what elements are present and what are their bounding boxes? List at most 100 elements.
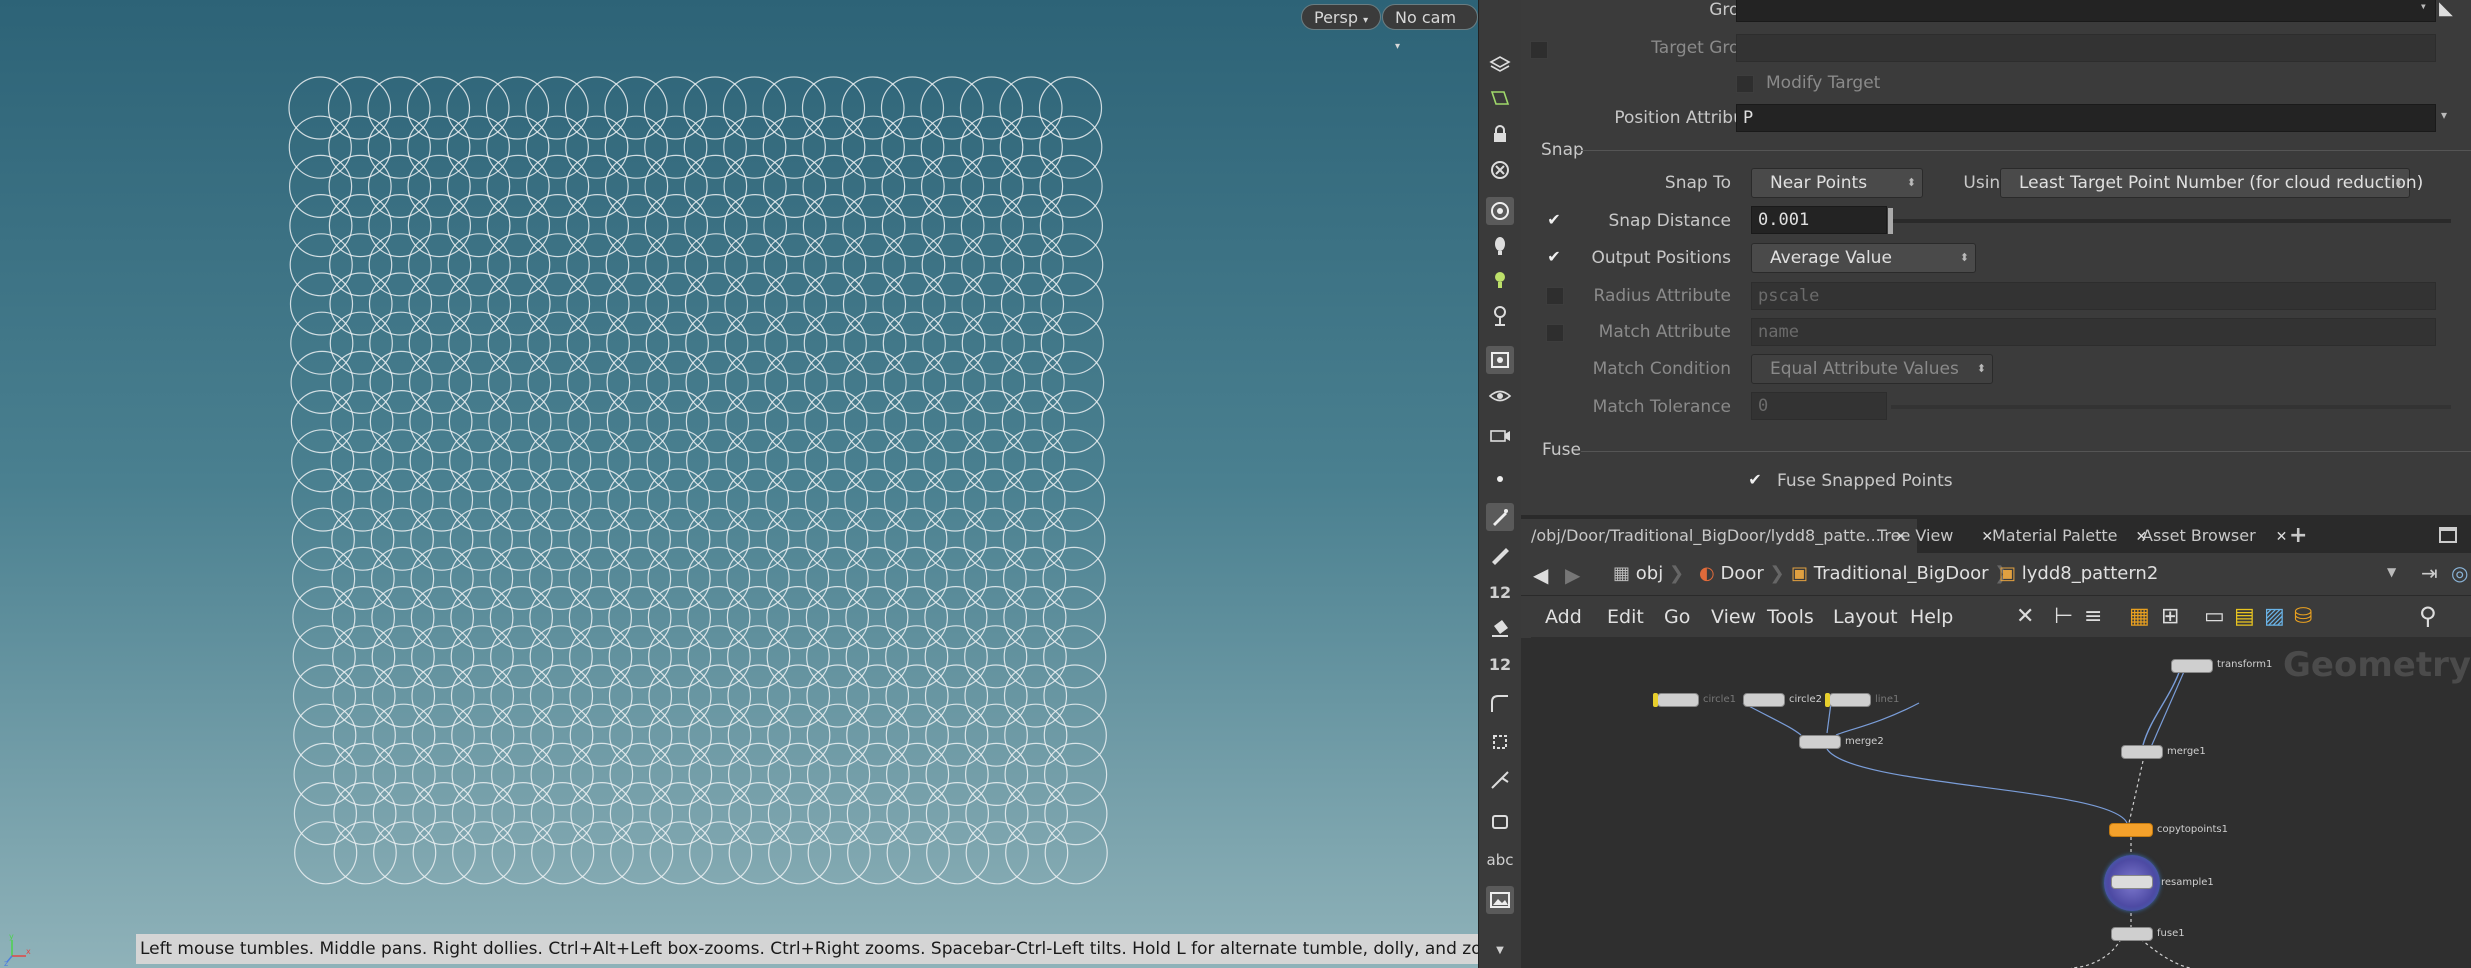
back-arrow-icon[interactable]: ◀ bbox=[1533, 563, 1548, 587]
render-eye-icon[interactable] bbox=[1486, 420, 1514, 448]
network-box-icon[interactable]: ▭ bbox=[2204, 604, 2225, 629]
menu-layout[interactable]: Layout bbox=[1833, 596, 1898, 638]
position-attribute-field[interactable]: P bbox=[1736, 104, 2436, 132]
match-tolerance-slider[interactable] bbox=[1891, 405, 2451, 409]
node-fuse1[interactable] bbox=[2111, 927, 2153, 941]
breadcrumb-obj[interactable]: ▦ obj ❯ bbox=[1613, 559, 1684, 589]
grid-circle bbox=[1043, 742, 1108, 807]
target-group-field[interactable] bbox=[1736, 34, 2436, 62]
curve-icon[interactable] bbox=[1486, 690, 1514, 718]
snap-distance-field[interactable]: 0.001 bbox=[1751, 206, 1887, 234]
node-resample1[interactable] bbox=[2111, 875, 2153, 889]
node-merge2[interactable] bbox=[1799, 735, 1841, 749]
link-icon[interactable]: ◎ bbox=[2451, 561, 2468, 585]
bypass-flag-circle1[interactable] bbox=[1653, 693, 1658, 707]
paint-bucket-icon[interactable] bbox=[1486, 614, 1514, 642]
handle-icon[interactable] bbox=[1486, 766, 1514, 794]
menu-help[interactable]: Help bbox=[1910, 596, 1953, 638]
dropdown-arrow-icon[interactable]: ▾ bbox=[2441, 108, 2447, 122]
node-circle2[interactable] bbox=[1743, 693, 1785, 707]
pin-light-icon[interactable] bbox=[1486, 302, 1514, 330]
image-icon[interactable]: ▨ bbox=[2264, 604, 2285, 629]
snap-distance-slider[interactable] bbox=[1891, 219, 2451, 223]
tab-material-palette[interactable]: Material Palette ✕ bbox=[1982, 519, 2157, 553]
node-transform1[interactable] bbox=[2171, 659, 2213, 673]
modify-target-checkbox[interactable] bbox=[1736, 75, 1754, 93]
point-icon[interactable] bbox=[1486, 465, 1514, 493]
group-field[interactable]: ▾ bbox=[1736, 0, 2436, 22]
network-canvas[interactable]: transform1 circle1 circle2 line1 merge1 … bbox=[1531, 637, 2471, 968]
menu-go[interactable]: Go bbox=[1664, 596, 1690, 638]
camera-icon[interactable] bbox=[1486, 197, 1514, 225]
grid-circle bbox=[609, 703, 673, 767]
pane-maximize-icon[interactable] bbox=[2439, 527, 2457, 543]
pin-icon[interactable]: ⇥ bbox=[2421, 561, 2438, 585]
3d-viewport[interactable]: Persp ▾ No cam ▾ y x z Left mouse tumble… bbox=[0, 0, 1478, 968]
bypass-flag-line1[interactable] bbox=[1825, 693, 1830, 707]
pen-icon[interactable] bbox=[1486, 540, 1514, 568]
radius-attribute-field[interactable]: pscale bbox=[1751, 282, 2436, 310]
tab-asset-browser[interactable]: Asset Browser ✕ bbox=[2132, 519, 2297, 553]
image-icon[interactable] bbox=[1486, 886, 1514, 914]
grid-circle bbox=[605, 272, 670, 336]
view-icon[interactable] bbox=[1486, 84, 1514, 112]
menu-edit[interactable]: Edit bbox=[1607, 596, 1644, 638]
grid-circle bbox=[765, 468, 829, 532]
grid-circle bbox=[881, 154, 945, 218]
using-menu[interactable]: Least Target Point Number (for cloud red… bbox=[2000, 168, 2423, 198]
display-icon[interactable] bbox=[1486, 346, 1514, 374]
tree-icon[interactable]: ⊢ bbox=[2054, 604, 2073, 629]
breadcrumb-lydd8-pattern2[interactable]: ▣ lydd8_pattern2 bbox=[1999, 559, 2158, 589]
grid-circle bbox=[368, 154, 432, 218]
sticky-note-icon[interactable]: ▤ bbox=[2234, 604, 2255, 629]
breadcrumb-door[interactable]: ◐ Door ❯ bbox=[1699, 559, 1785, 589]
snap-off-icon[interactable] bbox=[1486, 156, 1514, 184]
brush-icon[interactable] bbox=[1486, 503, 1514, 531]
search-icon[interactable]: ⚲ bbox=[2419, 602, 2437, 630]
transform-icon[interactable] bbox=[1486, 728, 1514, 756]
light-icon[interactable] bbox=[1486, 232, 1514, 260]
list-icon[interactable]: ≡ bbox=[2084, 604, 2102, 629]
node-copytopoints1[interactable] bbox=[2109, 823, 2153, 837]
abc-icon[interactable]: abc bbox=[1486, 846, 1514, 874]
node-circle1[interactable] bbox=[1657, 693, 1699, 707]
node-line1[interactable] bbox=[1829, 693, 1871, 707]
match-tolerance-field[interactable]: 0 bbox=[1751, 392, 1887, 420]
lock-icon[interactable] bbox=[1486, 120, 1514, 148]
snap-section-title[interactable]: Snap bbox=[1541, 140, 1584, 160]
snap-to-menu[interactable]: Near Points ⬍ bbox=[1751, 168, 1923, 198]
menu-view[interactable]: View bbox=[1711, 596, 1756, 638]
shelf-scroll-down-icon[interactable]: ▼ bbox=[1486, 936, 1514, 964]
subnet-icon: ▣ bbox=[1791, 563, 1809, 584]
grid-circle bbox=[649, 821, 713, 885]
fuse-snapped-points-checkbox[interactable]: ✔ bbox=[1746, 472, 1764, 490]
forward-arrow-icon[interactable]: ▶ bbox=[1565, 563, 1580, 587]
snap-distance-slider-handle[interactable] bbox=[1888, 208, 1893, 234]
persp-menu-button[interactable]: Persp ▾ bbox=[1301, 4, 1382, 30]
path-dropdown-arrow-icon[interactable]: ▼ bbox=[2387, 565, 2396, 579]
number-12b-icon[interactable]: 12 bbox=[1486, 650, 1514, 678]
eye-icon[interactable] bbox=[1486, 382, 1514, 410]
fuse-section-title[interactable]: Fuse bbox=[1542, 440, 1581, 460]
group-select-arrow-icon[interactable]: ◣ bbox=[2439, 0, 2457, 20]
asset-icon[interactable]: ⛁ bbox=[2294, 604, 2312, 629]
wrench-icon[interactable]: ✕ bbox=[2016, 604, 2034, 629]
node-merge1[interactable] bbox=[2121, 745, 2163, 759]
breadcrumb-traditional-bigdoor[interactable]: ▣ Traditional_BigDoor ❯ bbox=[1791, 559, 2009, 589]
menu-tools[interactable]: Tools bbox=[1767, 596, 1814, 638]
grid-icon[interactable]: ⊞ bbox=[2161, 604, 2179, 629]
grid-circle bbox=[490, 664, 554, 728]
layers-icon[interactable] bbox=[1486, 50, 1514, 78]
number-12-icon[interactable]: 12 bbox=[1486, 578, 1514, 606]
menu-add[interactable]: Add bbox=[1545, 596, 1582, 638]
output-positions-menu[interactable]: Average Value ⬍ bbox=[1751, 243, 1976, 273]
light-bulb-icon[interactable] bbox=[1486, 266, 1514, 294]
tab-network-path[interactable]: /obj/Door/Traditional_BigDoor/lydd8_patt… bbox=[1521, 519, 1917, 553]
match-condition-menu[interactable]: Equal Attribute Values ⬍ bbox=[1751, 354, 1993, 384]
match-attribute-field[interactable]: name bbox=[1751, 318, 2436, 346]
camera-menu-button[interactable]: No cam ▾ bbox=[1382, 4, 1478, 52]
box-icon[interactable] bbox=[1486, 808, 1514, 836]
grid-color-icon[interactable]: ▦ bbox=[2129, 604, 2150, 629]
grid-circle bbox=[687, 664, 752, 728]
add-tab-button[interactable]: + bbox=[2279, 519, 2317, 553]
